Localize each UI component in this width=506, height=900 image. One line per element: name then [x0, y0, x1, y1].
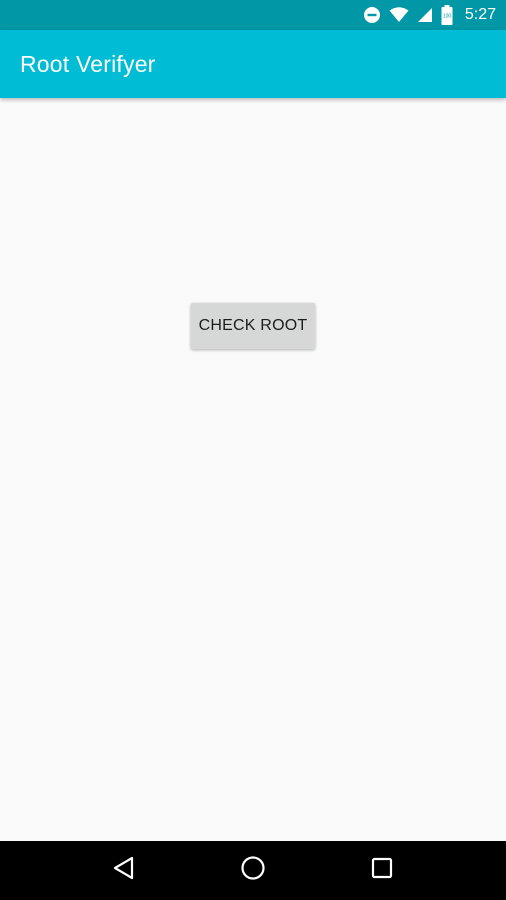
back-icon	[113, 856, 135, 885]
home-icon	[240, 855, 266, 886]
back-button[interactable]	[104, 851, 144, 891]
navigation-bar	[0, 841, 506, 900]
status-time: 5:27	[464, 6, 496, 23]
cell-signal-icon	[417, 7, 433, 23]
wifi-icon	[389, 7, 409, 23]
check-root-button[interactable]: CHECK ROOT	[191, 303, 315, 349]
app-title: Root Verifyer	[20, 50, 156, 77]
battery-level-text: 100	[443, 14, 452, 20]
main-content: CHECK ROOT	[0, 98, 506, 841]
app-bar: Root Verifyer	[0, 30, 506, 98]
screen: 100 5:27 Root Verifyer CHECK ROOT	[0, 0, 506, 900]
do-not-disturb-icon	[363, 6, 381, 24]
battery-icon: 100	[441, 5, 453, 25]
recents-button[interactable]	[362, 851, 402, 891]
status-bar: 100 5:27	[0, 0, 506, 30]
recents-icon	[371, 857, 393, 884]
home-button[interactable]	[233, 851, 273, 891]
